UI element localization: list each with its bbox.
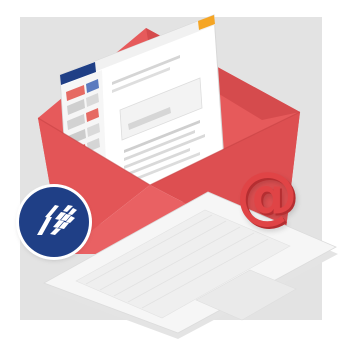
logo-badge <box>19 187 89 257</box>
email-illustration: @ <box>0 0 342 347</box>
at-symbol-icon: @ <box>236 158 298 231</box>
grid-sail-logo-icon <box>37 205 77 235</box>
